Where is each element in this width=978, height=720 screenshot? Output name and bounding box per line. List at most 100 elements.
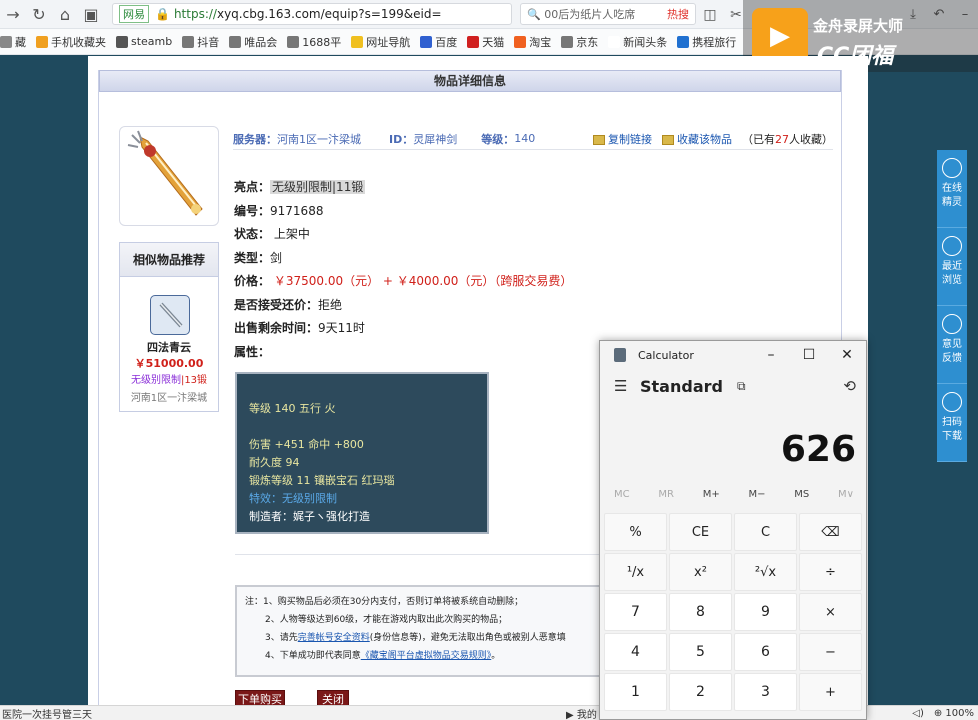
- security-info-link[interactable]: 完善帐号安全资料: [298, 633, 370, 643]
- side-tool-label: 意见反馈: [942, 339, 962, 364]
- bookmark-item[interactable]: 携程旅行: [677, 34, 736, 50]
- bookmark-label: 百度: [435, 35, 458, 49]
- bookmark-label: 唯品会: [244, 35, 278, 49]
- calculator-key[interactable]: 6: [734, 633, 797, 671]
- favorite-button[interactable]: 收藏该物品: [662, 131, 732, 147]
- refresh-icon[interactable]: ↻: [26, 1, 52, 27]
- id-label: ID：: [389, 132, 414, 146]
- side-tool-label: 在线精灵: [942, 183, 962, 208]
- status-value: 上架中: [273, 227, 310, 241]
- url-scheme: https://: [173, 7, 217, 21]
- bookmark-item[interactable]: 新闻头条: [608, 34, 667, 50]
- similar-item-name[interactable]: 四法青云: [120, 339, 218, 355]
- calculator-key[interactable]: 2: [669, 673, 732, 711]
- attr-damage-line: 伤害 +451 命中 +800: [249, 438, 364, 451]
- screenshot-icon[interactable]: ◫: [700, 7, 720, 23]
- counter-offer-row: 是否接受还价：拒绝: [234, 294, 614, 318]
- calculator-key[interactable]: CE: [669, 513, 732, 551]
- bookmark-label: 1688平: [302, 35, 342, 49]
- calculator-key[interactable]: ²√x: [734, 553, 797, 591]
- keep-on-top-icon[interactable]: ⧉: [737, 379, 746, 394]
- calculator-key[interactable]: ×: [799, 593, 862, 631]
- memory-button[interactable]: M∨: [838, 489, 854, 509]
- calculator-key[interactable]: +: [799, 673, 862, 711]
- calculator-key[interactable]: 9: [734, 593, 797, 631]
- calculator-key[interactable]: ¹/x: [604, 553, 667, 591]
- memory-buttons: MC MR M+ M− MS M∨: [604, 489, 864, 509]
- item-meta-bar: 服务器： 河南1区一汴梁城 ID： 灵犀神剑 等级： 140 复制链接 收藏该物…: [233, 128, 833, 150]
- bookmark-item[interactable]: 百度: [420, 34, 457, 50]
- calculator-key[interactable]: %: [604, 513, 667, 551]
- calculator-titlebar[interactable]: Calculator – ☐ ✕: [600, 341, 866, 369]
- calculator-key[interactable]: −: [799, 633, 862, 671]
- calculator-key[interactable]: 8: [669, 593, 732, 631]
- memory-button[interactable]: MR: [658, 489, 674, 509]
- minimize-icon[interactable]: –: [752, 347, 790, 363]
- calculator-key[interactable]: 3: [734, 673, 797, 711]
- status-news[interactable]: 医院一次挂号管三天: [0, 706, 92, 720]
- bookmark-icon: [0, 35, 12, 48]
- address-bar[interactable]: 网易 🔒 https:// xyq.cbg.163.com/equip?s=19…: [112, 3, 512, 25]
- price-row: 价格： ￥37500.00（元） + ￥4000.00（元）（跨服交易费）: [234, 270, 614, 294]
- history-icon[interactable]: ⟲: [843, 377, 856, 395]
- calculator-mode: Standard: [640, 376, 723, 396]
- home-icon[interactable]: ⌂: [52, 1, 78, 27]
- calculator-key[interactable]: C: [734, 513, 797, 551]
- bag-icon[interactable]: ▣: [78, 1, 104, 27]
- calculator-key[interactable]: 5: [669, 633, 732, 671]
- similar-sword-icon: [159, 302, 183, 328]
- bookmark-label: 携程旅行: [692, 35, 737, 49]
- bookmark-item[interactable]: 天猫: [467, 34, 504, 50]
- calculator-key[interactable]: ÷: [799, 553, 862, 591]
- menu-icon[interactable]: ☰: [614, 377, 628, 395]
- maximize-icon[interactable]: ☐: [790, 347, 828, 363]
- calculator-key[interactable]: 7: [604, 593, 667, 631]
- side-tool[interactable]: 扫码下载: [937, 384, 967, 462]
- forward-icon[interactable]: →: [0, 1, 26, 27]
- bookmark-item[interactable]: 抖音: [182, 34, 219, 50]
- bookmark-item[interactable]: 京东: [561, 34, 598, 50]
- bookmark-label: 抖音: [197, 35, 220, 49]
- side-tool[interactable]: 在线精灵: [937, 150, 967, 228]
- calculator-key[interactable]: 4: [604, 633, 667, 671]
- price-label: 价格：: [234, 274, 271, 288]
- time-left-label: 出售剩余时间：: [234, 321, 319, 335]
- memory-button[interactable]: MC: [614, 489, 630, 509]
- counter-offer-label: 是否接受还价：: [234, 297, 319, 312]
- side-tool-icon: [942, 314, 962, 334]
- bookmark-item[interactable]: 1688平: [287, 34, 341, 50]
- close-icon[interactable]: ✕: [828, 347, 866, 363]
- calculator-key[interactable]: x²: [669, 553, 732, 591]
- bookmark-item[interactable]: 唯品会: [229, 34, 277, 50]
- trade-rules-link[interactable]: 《藏宝阁平台虚拟物品交易规则》: [361, 651, 492, 661]
- volume-icon[interactable]: ◁): [912, 708, 924, 719]
- side-tool[interactable]: 最近浏览: [937, 228, 967, 306]
- bookmark-icon: [467, 35, 480, 48]
- bookmark-icon: [677, 35, 690, 48]
- bookmark-icon: [182, 35, 195, 48]
- calculator-display: 626: [780, 429, 856, 470]
- attr-maker-line: 制造者：娓子ヽ强化打造: [249, 510, 370, 523]
- status-mine[interactable]: ▶ 我的: [566, 706, 597, 720]
- extension-icons: ◫ ✂: [700, 0, 746, 29]
- calculator-key[interactable]: ⌫: [799, 513, 862, 551]
- bookmark-item[interactable]: steamb: [116, 35, 172, 48]
- memory-button[interactable]: M+: [703, 489, 720, 509]
- number-value: 9171688: [270, 203, 324, 218]
- bookmark-item[interactable]: 手机收藏夹: [36, 34, 106, 50]
- type-value: 剑: [270, 250, 283, 265]
- hot-search-badge[interactable]: 热搜: [667, 6, 689, 22]
- side-tool[interactable]: 意见反馈: [937, 306, 967, 384]
- calculator-title: Calculator: [638, 348, 694, 362]
- bookmark-item[interactable]: 藏: [0, 34, 26, 50]
- status-label: 状态：: [234, 227, 271, 241]
- copy-link-button[interactable]: 复制链接: [593, 131, 652, 147]
- calculator-key[interactable]: 1: [604, 673, 667, 711]
- memory-button[interactable]: M−: [749, 489, 766, 509]
- search-input[interactable]: 🔍 00后为纸片人吃席 热搜: [520, 3, 696, 25]
- bookmark-item[interactable]: 网址导航: [351, 34, 410, 50]
- zoom-icon[interactable]: ⊕ 100%: [934, 708, 974, 719]
- bookmark-item[interactable]: 淘宝: [514, 34, 551, 50]
- similar-item-thumbnail[interactable]: [150, 295, 190, 335]
- memory-button[interactable]: MS: [794, 489, 809, 509]
